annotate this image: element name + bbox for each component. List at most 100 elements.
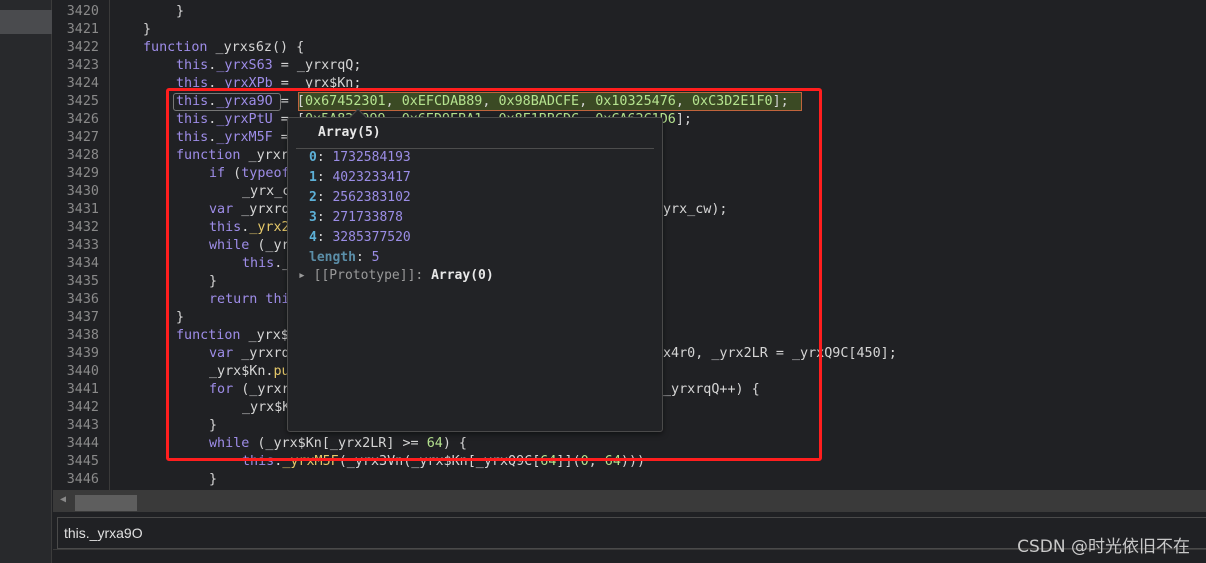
array-length: length: 5: [309, 250, 380, 265]
code-token: ,: [675, 94, 692, 109]
code-line: var _yrxrq: [209, 201, 290, 219]
code-token: _yrxM5F: [216, 130, 273, 145]
code-token: _yrxM5F: [282, 454, 339, 469]
left-panel-selected-item[interactable]: [0, 10, 52, 34]
code-token: 0x10325476: [595, 94, 676, 109]
array-entry: 4: 3285377520: [309, 230, 411, 245]
code-token: _yrxr: [240, 148, 289, 163]
code-token: _yrxrq: [233, 202, 290, 217]
code-token: (_yrx3Vn(_yrx$Kn[_yrxQ9C[: [338, 454, 541, 469]
code-token: }: [176, 310, 185, 325]
array-entry: 1: 4023233417: [309, 170, 411, 185]
code-line: function _yrxs6z() {: [143, 39, 304, 57]
line-number[interactable]: 3424: [53, 75, 99, 93]
code-line-fragment: _yrxrqQ++) {: [663, 382, 760, 397]
code-token: 0x98BADCFE: [498, 94, 580, 109]
code-token: }: [176, 4, 185, 19]
code-token: _yrx$Kn.: [209, 364, 274, 379]
code-token: 64: [540, 454, 557, 469]
code-token: (_yr: [249, 238, 290, 253]
line-number[interactable]: 3440: [53, 363, 99, 381]
code-token: }: [209, 274, 218, 289]
code-token: for: [209, 382, 234, 397]
line-number[interactable]: 3430: [53, 183, 99, 201]
console-input-text[interactable]: this._yrxa9O: [64, 525, 143, 541]
line-number[interactable]: 3437: [53, 309, 99, 327]
code-line: }: [176, 309, 184, 327]
entry-value: 271733878: [332, 210, 403, 225]
line-number[interactable]: 3438: [53, 327, 99, 345]
entry-value: 4023233417: [332, 170, 411, 185]
line-number[interactable]: 3442: [53, 399, 99, 417]
line-number[interactable]: 3436: [53, 291, 99, 309]
code-line: this._yrx2: [209, 219, 290, 237]
line-number[interactable]: 3422: [53, 39, 99, 57]
line-number[interactable]: 3443: [53, 417, 99, 435]
line-number[interactable]: 3441: [53, 381, 99, 399]
code-line: var _yrxrq: [209, 345, 290, 363]
code-token: _yrxPtU: [216, 112, 273, 127]
code-line-fragment: x4r0, _yrx2LR = _yrxQ9C[450];: [663, 346, 897, 361]
code-token: thi: [257, 292, 290, 307]
code-line: _yrx$K: [242, 399, 290, 417]
code-token: 64: [426, 436, 443, 451]
code-line: this._: [242, 255, 290, 273]
scroll-left-icon[interactable]: ◀: [60, 494, 66, 505]
code-line: this._yrxa9O = [0x67452301, 0xEFCDAB89, …: [176, 93, 789, 111]
code-token: ];: [675, 112, 692, 127]
line-number[interactable]: 3429: [53, 165, 99, 183]
array-entry: 0: 1732584193: [309, 150, 411, 165]
code-token: 64: [604, 454, 621, 469]
prototype-row[interactable]: ▸ [[Prototype]]: Array(0): [298, 268, 494, 283]
line-number[interactable]: 3431: [53, 201, 99, 219]
line-number[interactable]: 3446: [53, 471, 99, 489]
horizontal-scrollbar[interactable]: [53, 490, 1206, 512]
code-line: }: [176, 3, 184, 21]
scrollbar-thumb[interactable]: [75, 495, 137, 511]
code-token: this: [176, 112, 209, 127]
code-token: this: [176, 94, 209, 109]
length-value: 5: [371, 250, 380, 265]
code-token: = [: [272, 94, 305, 109]
code-line: this._yrxXPb = _yrx$Kn;: [176, 75, 361, 93]
prototype-label: [[Prototype]]: [313, 268, 416, 283]
code-line: }: [143, 21, 151, 39]
code-token: if: [209, 166, 226, 181]
code-line: this._yrxM5F(_yrx3Vn(_yrx$Kn[_yrxQ9C[64]…: [242, 453, 645, 471]
line-number[interactable]: 3432: [53, 219, 99, 237]
code-token: function: [176, 148, 241, 163]
code-token: = _yrxrqQ;: [272, 58, 362, 73]
entry-value: 1732584193: [332, 150, 411, 165]
line-number[interactable]: 3434: [53, 255, 99, 273]
code-token: var: [209, 346, 234, 361]
line-number[interactable]: 3423: [53, 57, 99, 75]
code-line: _yrx_c: [242, 183, 290, 201]
array-entry: 3: 271733878: [309, 210, 403, 225]
watermark: CSDN @时光依旧不在: [1017, 537, 1190, 557]
array-entry: 2: 2562383102: [309, 190, 411, 205]
line-number[interactable]: 3445: [53, 453, 99, 471]
code-token: }: [143, 22, 152, 37]
line-number[interactable]: 3425: [53, 93, 99, 111]
code-token: while: [209, 238, 250, 253]
code-line: for (_yrxr: [209, 381, 290, 399]
line-number[interactable]: 3420: [53, 3, 99, 21]
expand-triangle-icon[interactable]: ▸: [298, 268, 306, 283]
line-number[interactable]: 3421: [53, 21, 99, 39]
line-number[interactable]: 3444: [53, 435, 99, 453]
code-token: _yrxXPb: [216, 76, 273, 91]
line-number[interactable]: 3435: [53, 273, 99, 291]
code-token: _yrx2: [249, 220, 290, 235]
entry-index: 4: [309, 230, 317, 245]
entry-index: 3: [309, 210, 317, 225]
code-token: (: [225, 166, 242, 181]
code-token: ,: [588, 454, 605, 469]
line-number[interactable]: 3427: [53, 129, 99, 147]
line-number[interactable]: 3426: [53, 111, 99, 129]
line-number[interactable]: 3433: [53, 237, 99, 255]
line-number[interactable]: 3439: [53, 345, 99, 363]
code-line: while (_yrx$Kn[_yrx2LR] >= 64) {: [209, 435, 467, 453]
code-token: 0xC3D2E1F0: [692, 94, 773, 109]
code-token: 0: [580, 454, 589, 469]
line-number[interactable]: 3428: [53, 147, 99, 165]
